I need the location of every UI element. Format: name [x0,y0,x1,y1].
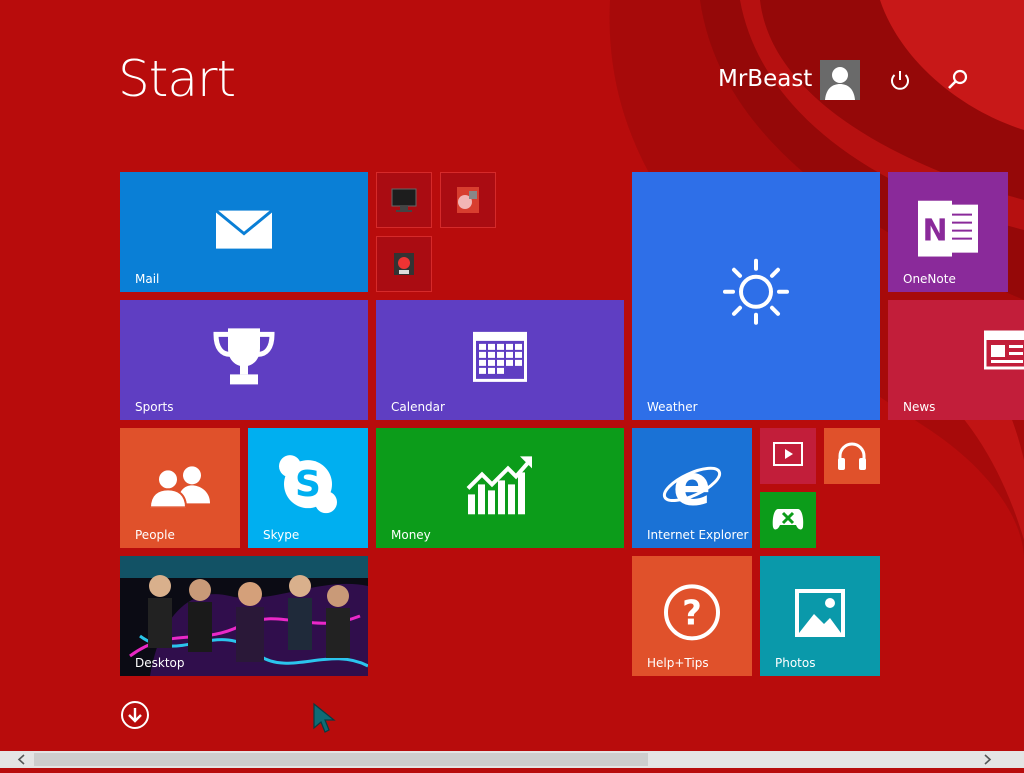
tile-label-news: News [903,400,936,414]
onenote-icon: N [918,200,978,257]
scroll-right-button[interactable] [978,751,995,768]
tile-internet-explorer[interactable]: e Internet Explorer [632,428,752,548]
news-icon [984,330,1024,370]
money-chart-icon [466,456,532,515]
search-icon [948,69,968,89]
app-shortcut-icon [457,187,479,213]
scroll-left-button[interactable] [14,751,31,768]
tile-pinned-app-3[interactable] [376,236,432,292]
app-shortcut-icon [394,253,414,275]
monitor-app-icon [391,188,417,212]
skype-icon: S [279,455,337,514]
all-apps-arrow-icon [121,701,149,729]
tile-label-mail: Mail [135,272,160,286]
power-icon [891,71,909,90]
svg-text:e: e [673,454,711,514]
tile-news[interactable]: News [888,300,1024,420]
trophy-icon [213,328,275,385]
tile-help-tips[interactable]: ? Help+Tips [632,556,752,676]
tile-sports[interactable]: Sports [120,300,368,420]
game-controller-icon [772,509,804,530]
tile-label-onenote: OneNote [903,272,956,286]
tile-games[interactable] [760,492,816,548]
tile-label-skype: Skype [263,528,300,542]
tile-skype[interactable]: S Skype [248,428,368,548]
tile-desktop[interactable]: Desktop [120,556,368,676]
mail-icon [215,209,273,249]
power-button[interactable] [886,66,914,94]
svg-text:N: N [922,214,947,249]
tile-people[interactable]: People [120,428,240,548]
tile-photos[interactable]: Photos [760,556,880,676]
help-question-icon: ? [664,584,720,641]
tile-pinned-app-1[interactable] [376,172,432,228]
cursor-arrow-icon [313,702,336,733]
tile-label-desktop: Desktop [135,656,185,670]
internet-explorer-icon: e [662,454,722,514]
tile-label-internet-explorer: Internet Explorer [647,528,749,542]
chevron-right-icon [984,754,992,765]
all-apps-button[interactable] [120,700,150,730]
horizontal-scrollbar[interactable] [0,751,1024,768]
start-title: Start [118,50,236,108]
video-icon [773,442,803,466]
svg-text:?: ? [682,593,702,633]
tile-calendar[interactable]: Calendar [376,300,624,420]
photos-icon [795,589,845,637]
tile-label-photos: Photos [775,656,816,670]
tile-money[interactable]: Money [376,428,624,548]
tile-weather[interactable]: Weather [632,172,880,420]
search-button[interactable] [944,66,972,94]
scrollbar-thumb[interactable] [34,753,648,766]
tile-label-help-tips: Help+Tips [647,656,709,670]
user-name[interactable]: MrBeast [718,66,812,92]
tile-label-money: Money [391,528,431,542]
svg-text:S: S [295,464,321,505]
tile-onenote[interactable]: N OneNote [888,172,1008,292]
tile-pinned-app-2[interactable] [440,172,496,228]
chevron-left-icon [17,754,25,765]
avatar[interactable] [820,60,860,100]
headphones-icon [838,442,866,470]
tile-label-calendar: Calendar [391,400,445,414]
tile-music[interactable] [824,428,880,484]
tile-label-people: People [135,528,175,542]
tile-label-sports: Sports [135,400,174,414]
sun-icon [723,258,789,325]
people-icon [148,466,210,508]
tile-label-weather: Weather [647,400,698,414]
tile-video[interactable] [760,428,816,484]
mouse-cursor [312,702,338,734]
user-avatar-icon [820,60,860,100]
tile-mail[interactable]: Mail [120,172,368,292]
calendar-icon [473,331,527,382]
